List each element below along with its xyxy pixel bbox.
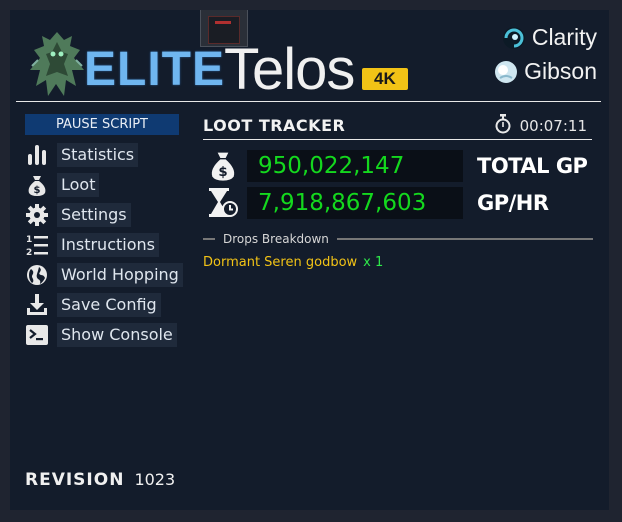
pause-script-button[interactable]: PAUSE SCRIPT (25, 114, 179, 135)
terminal-icon (24, 322, 50, 348)
hourglass-clock-icon (203, 186, 243, 220)
runtime-timer: 00:07:11 (494, 114, 587, 138)
svg-text:1: 1 (26, 235, 32, 245)
svg-text:2: 2 (26, 248, 32, 257)
sidebar-item-label: Statistics (57, 143, 139, 167)
divider-line (336, 238, 593, 240)
sidebar-item-instructions[interactable]: 12 Instructions (24, 230, 183, 260)
total-gp-row: $ 950,022,147 TOTAL GP (203, 149, 588, 183)
revision-value: 1023 (134, 470, 176, 489)
gp-hr-row: 7,918,867,603 GP/HR (203, 186, 549, 220)
svg-text:$: $ (218, 165, 227, 180)
sidebar-item-world-hopping[interactable]: World Hopping (24, 260, 183, 290)
revision-label: REVISION (25, 470, 125, 490)
gibson-avatar-icon (495, 60, 518, 83)
gp-hr-value: 7,918,867,603 (247, 187, 463, 219)
logo-telos-text: Telos (224, 37, 355, 102)
drop-quantity: x 1 (363, 255, 384, 270)
loot-tracker-title: LOOT TRACKER (203, 116, 346, 135)
sidebar-item-settings[interactable]: Settings (24, 200, 183, 230)
drop-name: Dormant Seren godbow (203, 255, 358, 270)
globe-icon (24, 262, 50, 288)
clarity-avatar-icon (502, 26, 525, 49)
logo: ELITE Telos 4K (28, 30, 408, 102)
account-clarity[interactable]: Clarity (502, 24, 597, 51)
sidebar-item-save-config[interactable]: Save Config (24, 290, 183, 320)
main-panel: ELITE Telos 4K Clarity Gibson PAUSE SCRI… (10, 10, 609, 510)
stopwatch-icon (494, 114, 512, 138)
sidebar-item-loot[interactable]: $ Loot (24, 170, 183, 200)
timer-value: 00:07:11 (519, 117, 587, 135)
money-bag-icon: $ (203, 149, 243, 183)
header-divider (16, 101, 601, 102)
account-name: Gibson (524, 58, 597, 84)
account-name: Clarity (531, 24, 597, 50)
numbered-list-icon: 12 (24, 232, 50, 258)
svg-text:$: $ (34, 185, 41, 196)
list-item: Dormant Seren godbow x 1 (203, 255, 383, 270)
sidebar-item-show-console[interactable]: Show Console (24, 320, 183, 350)
sidebar-item-label: Instructions (57, 233, 159, 257)
drops-breakdown-header: Drops Breakdown (203, 232, 593, 246)
download-icon (24, 292, 50, 318)
sidebar-item-label: Show Console (57, 323, 177, 347)
logo-elite-text: ELITE (84, 43, 226, 96)
account-gibson[interactable]: Gibson (494, 58, 597, 85)
sidebar-item-label: World Hopping (57, 263, 183, 287)
drops-breakdown-title: Drops Breakdown (223, 232, 329, 246)
sidebar-menu: Statistics $ Loot Settings 12 Instructio… (24, 140, 183, 350)
total-gp-value: 950,022,147 (247, 150, 463, 182)
sidebar-item-label: Loot (57, 173, 100, 197)
total-gp-label: TOTAL GP (477, 154, 588, 178)
loot-tracker-divider (203, 139, 592, 140)
money-bag-icon: $ (24, 172, 50, 198)
revision-info: REVISION 1023 (25, 470, 175, 490)
sidebar-item-statistics[interactable]: Statistics (24, 140, 183, 170)
sidebar-item-label: Save Config (57, 293, 161, 317)
divider-dash (203, 238, 215, 240)
gear-icon (24, 202, 50, 228)
gp-hr-label: GP/HR (477, 191, 549, 215)
creature-logo-icon (30, 32, 84, 96)
bar-chart-icon (24, 142, 50, 168)
sidebar-item-label: Settings (57, 203, 131, 227)
resolution-badge: 4K (362, 68, 408, 90)
